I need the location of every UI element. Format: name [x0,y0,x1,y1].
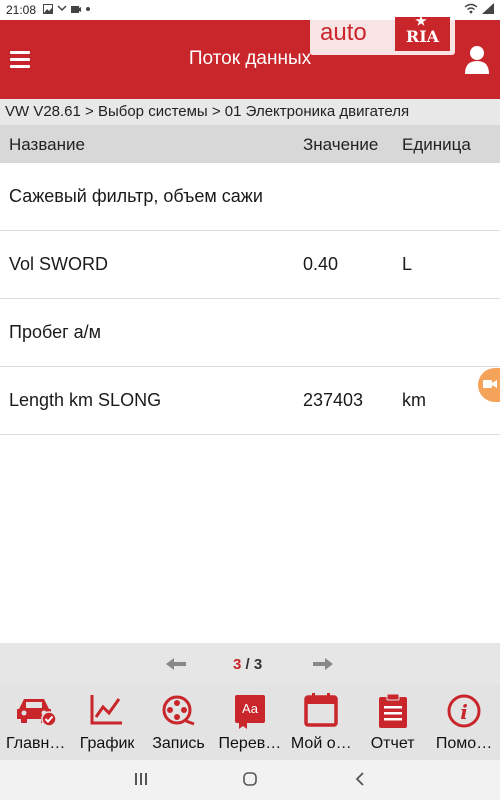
recent-apps-icon[interactable] [134,772,148,786]
toolbar-report-button[interactable]: Отчет [357,685,428,760]
info-icon: i [447,694,481,728]
page-separator: / [241,656,254,673]
table-header: Название Значение Единица [0,125,500,163]
toolbar-label: Запись [152,735,205,752]
toolbar-record-button[interactable]: Запись [143,685,214,760]
graph-icon [90,695,123,725]
page-total: 3 [253,656,263,673]
calendar-icon [304,693,338,727]
watermark-auto-text: auto [320,19,367,46]
table-row[interactable]: Length km SLONG 237403 km [0,367,500,435]
column-header-unit: Единица [402,135,471,154]
toolbar-my-button[interactable]: Мой о… [286,685,357,760]
row-value: 237403 [303,390,364,410]
video-icon [71,6,81,13]
translate-icon: Aa [234,695,265,729]
pagination: 3 / 3 [0,643,500,685]
toolbar-translate-button[interactable]: Aa Перев… [214,685,285,760]
bottom-toolbar: Главн… График Запись Aa Перев… Мой о… От… [0,685,500,760]
notification-dot-icon [86,7,90,11]
row-unit: km [402,390,426,410]
svg-text:i: i [460,700,468,724]
wifi-icon [464,3,478,14]
row-value: 0.40 [303,254,339,274]
status-icons [43,4,95,14]
row-name: Vol SWORD [9,254,109,274]
toolbar-help-button[interactable]: i Помо… [428,685,499,760]
signal-icon [482,3,494,14]
table-row[interactable]: Пробег а/м [0,299,500,367]
car-check-icon [16,699,57,727]
toolbar-label: Мой о… [290,735,352,752]
table-row[interactable]: Сажевый фильтр, объем сажи [0,163,500,231]
gallery-icon [43,4,53,14]
video-camera-icon [483,380,497,388]
arrow-left-icon[interactable] [166,658,186,670]
toolbar-label: Главн… [6,735,66,752]
row-name: Length km SLONG [9,390,162,410]
status-time: 21:08 [6,3,37,17]
missed-call-icon [57,5,67,12]
column-header-value: Значение [303,135,379,154]
svg-text:Aa: Aa [242,701,259,716]
toolbar-home-button[interactable]: Главн… [0,685,71,760]
record-film-icon [162,695,195,726]
table-row[interactable]: Vol SWORD 0.40 L [0,231,500,299]
toolbar-graph-button[interactable]: График [71,685,142,760]
arrow-right-icon[interactable] [313,658,333,670]
watermark-ria-text: RIA [405,27,440,46]
column-header-name: Название [9,135,85,154]
back-icon[interactable] [354,772,368,786]
toolbar-label: Отчет [370,735,415,752]
toolbar-label: График [79,735,135,752]
status-right-icons [464,3,494,14]
row-name: Сажевый фильтр, объем сажи [9,186,263,206]
page-indicator: 3 / 3 [233,656,262,673]
report-icon [378,693,407,728]
data-stream-list: Сажевый фильтр, объем сажи Vol SWORD 0.4… [0,163,500,435]
system-nav-bar [0,760,500,800]
row-name: Пробег а/м [9,322,102,342]
home-icon[interactable] [243,772,257,786]
user-icon[interactable] [464,44,490,74]
toolbar-label: Перев… [218,735,282,752]
row-unit: L [402,254,413,274]
breadcrumb: VW V28.61 > Выбор системы > 01 Электрони… [0,99,500,125]
toolbar-label: Помо… [435,735,493,752]
auto-ria-watermark: auto RIA [310,13,455,55]
